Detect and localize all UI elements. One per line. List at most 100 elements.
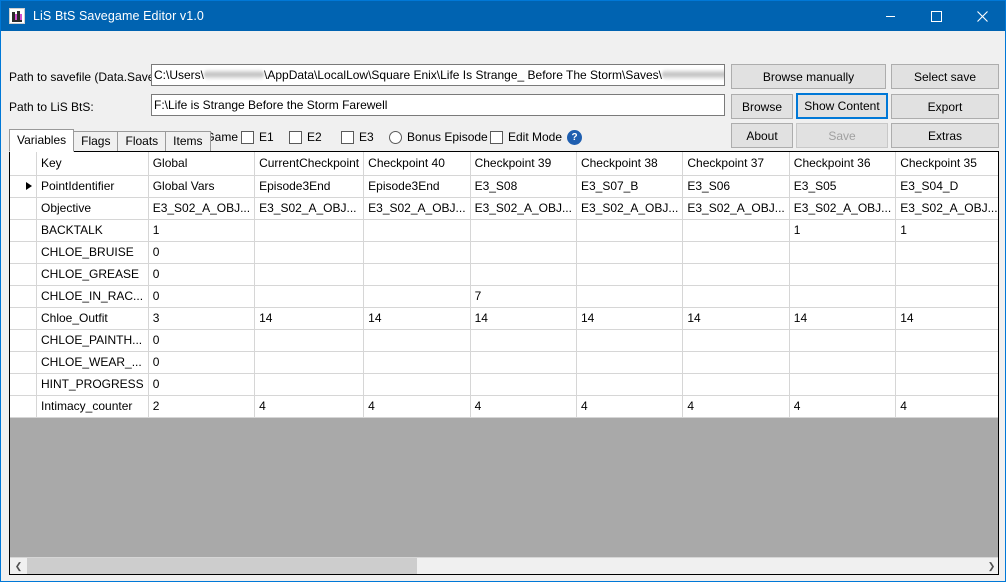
column-header-global[interactable]: Global [148,152,256,176]
cell-key[interactable]: CHLOE_GREASE [36,263,149,286]
cell-value[interactable] [363,351,471,374]
tab-flags[interactable]: Flags [73,131,119,151]
cell-value[interactable] [682,285,790,308]
cell-value[interactable] [254,329,365,352]
radio-bonus-episode[interactable]: Bonus Episode [389,130,488,144]
cell-value[interactable] [895,241,998,264]
cell-value[interactable] [895,351,998,374]
table-row[interactable]: BACKTALK1111 [10,219,998,242]
lisbts-path-input[interactable]: F:\Life is Strange Before the Storm Fare… [151,94,725,116]
cell-value[interactable] [576,263,684,286]
cell-value[interactable]: 4 [789,395,897,418]
minimize-icon[interactable] [867,1,913,31]
table-row[interactable]: Chloe_Outfit31414141414141414 [10,307,998,330]
cell-value[interactable]: 0 [148,285,256,308]
cell-key[interactable]: Chloe_Outfit [36,307,149,330]
cell-value[interactable] [895,285,998,308]
cell-value[interactable]: 4 [682,395,790,418]
cell-value[interactable]: E3_S04_D [895,175,998,198]
cell-value[interactable]: 4 [363,395,471,418]
cell-value[interactable]: 4 [895,395,998,418]
checkbox-e2[interactable]: E2 [289,130,322,144]
checkbox-e3[interactable]: E3 [341,130,374,144]
cell-value[interactable]: E3_S06 [682,175,790,198]
cell-value[interactable] [576,219,684,242]
cell-key[interactable]: PointIdentifier [36,175,149,198]
cell-key[interactable]: CHLOE_IN_RAC... [36,285,149,308]
cell-value[interactable]: 14 [254,307,365,330]
cell-value[interactable]: 0 [148,329,256,352]
cell-value[interactable] [254,351,365,374]
cell-value[interactable] [363,241,471,264]
cell-value[interactable]: 2 [148,395,256,418]
cell-value[interactable]: 1 [148,219,256,242]
cell-value[interactable] [682,373,790,396]
cell-value[interactable]: 7 [470,285,577,308]
cell-value[interactable] [682,241,790,264]
cell-value[interactable] [682,351,790,374]
cell-value[interactable]: 3 [148,307,256,330]
row-header-cell[interactable] [10,263,37,286]
column-header-checkpoint-37[interactable]: Checkpoint 37 [682,152,790,176]
cell-key[interactable]: HINT_PROGRESS [36,373,149,396]
cell-value[interactable] [895,263,998,286]
table-row[interactable]: Objective E3_S02_A_OBJ... E3_S02_A_OBJ... E… [10,197,998,220]
cell-value[interactable] [789,329,897,352]
cell-value[interactable] [363,219,471,242]
cell-value[interactable] [576,329,684,352]
cell-value[interactable] [682,329,790,352]
cell-value[interactable] [470,263,577,286]
extras-button[interactable]: Extras [891,123,999,148]
cell-value[interactable]: E3_S02_A_OBJ... [470,197,577,220]
tab-items[interactable]: Items [165,131,211,151]
cell-value[interactable]: 0 [148,241,256,264]
cell-value[interactable]: 1 [789,219,897,242]
cell-value[interactable]: 0 [148,351,256,374]
row-header-cell[interactable] [10,175,37,198]
cell-value[interactable]: 14 [895,307,998,330]
cell-value[interactable]: E3_S07_B [576,175,684,198]
select-save-button[interactable]: Select save [891,64,999,89]
cell-value[interactable]: 1 [895,219,998,242]
cell-value[interactable] [470,219,577,242]
table-row[interactable]: CHLOE_PAINTH... 0 [10,329,998,352]
cell-value[interactable] [895,373,998,396]
about-button[interactable]: About [731,123,793,148]
table-row[interactable]: Intimacy_counter244444444 [10,395,998,418]
cell-value[interactable] [363,285,471,308]
cell-value[interactable]: E3_S08 [470,175,577,198]
cell-value[interactable]: 14 [470,307,577,330]
cell-value[interactable]: 4 [470,395,577,418]
cell-value[interactable] [576,373,684,396]
show-content-button[interactable]: Show Content [796,93,888,119]
column-header-checkpoint-39[interactable]: Checkpoint 39 [470,152,577,176]
cell-value[interactable] [363,329,471,352]
cell-value[interactable] [254,219,365,242]
cell-value[interactable]: Episode3End [254,175,365,198]
savefile-path-input[interactable]: C:\Users\ \AppData\LocalLow\Square Enix\L… [151,64,725,86]
chevron-left-icon[interactable]: ❮ [10,558,27,574]
row-header-cell[interactable] [10,285,37,308]
table-row[interactable]: PointIdentifier Global Vars Episode3End Epi… [10,175,998,198]
cell-value[interactable] [254,241,365,264]
cell-value[interactable] [363,263,471,286]
scrollbar-thumb[interactable] [27,558,417,574]
scrollbar-track[interactable] [27,558,983,574]
cell-key[interactable]: Intimacy_counter [36,395,149,418]
tab-floats[interactable]: Floats [117,131,167,151]
cell-value[interactable]: 4 [576,395,684,418]
cell-key[interactable]: CHLOE_PAINTH... [36,329,149,352]
cell-value[interactable] [254,285,365,308]
row-header-cell[interactable] [10,307,37,330]
cell-value[interactable] [789,263,897,286]
cell-value[interactable]: 14 [576,307,684,330]
cell-value[interactable]: Episode3End [363,175,471,198]
cell-value[interactable]: E3_S02_A_OBJ... [682,197,790,220]
row-header-cell[interactable] [10,219,37,242]
cell-value[interactable]: 4 [254,395,365,418]
cell-value[interactable]: E3_S02_A_OBJ... [363,197,471,220]
row-header-cell[interactable] [10,329,37,352]
cell-value[interactable] [789,351,897,374]
cell-value[interactable]: E3_S02_A_OBJ... [895,197,998,220]
cell-value[interactable] [789,241,897,264]
